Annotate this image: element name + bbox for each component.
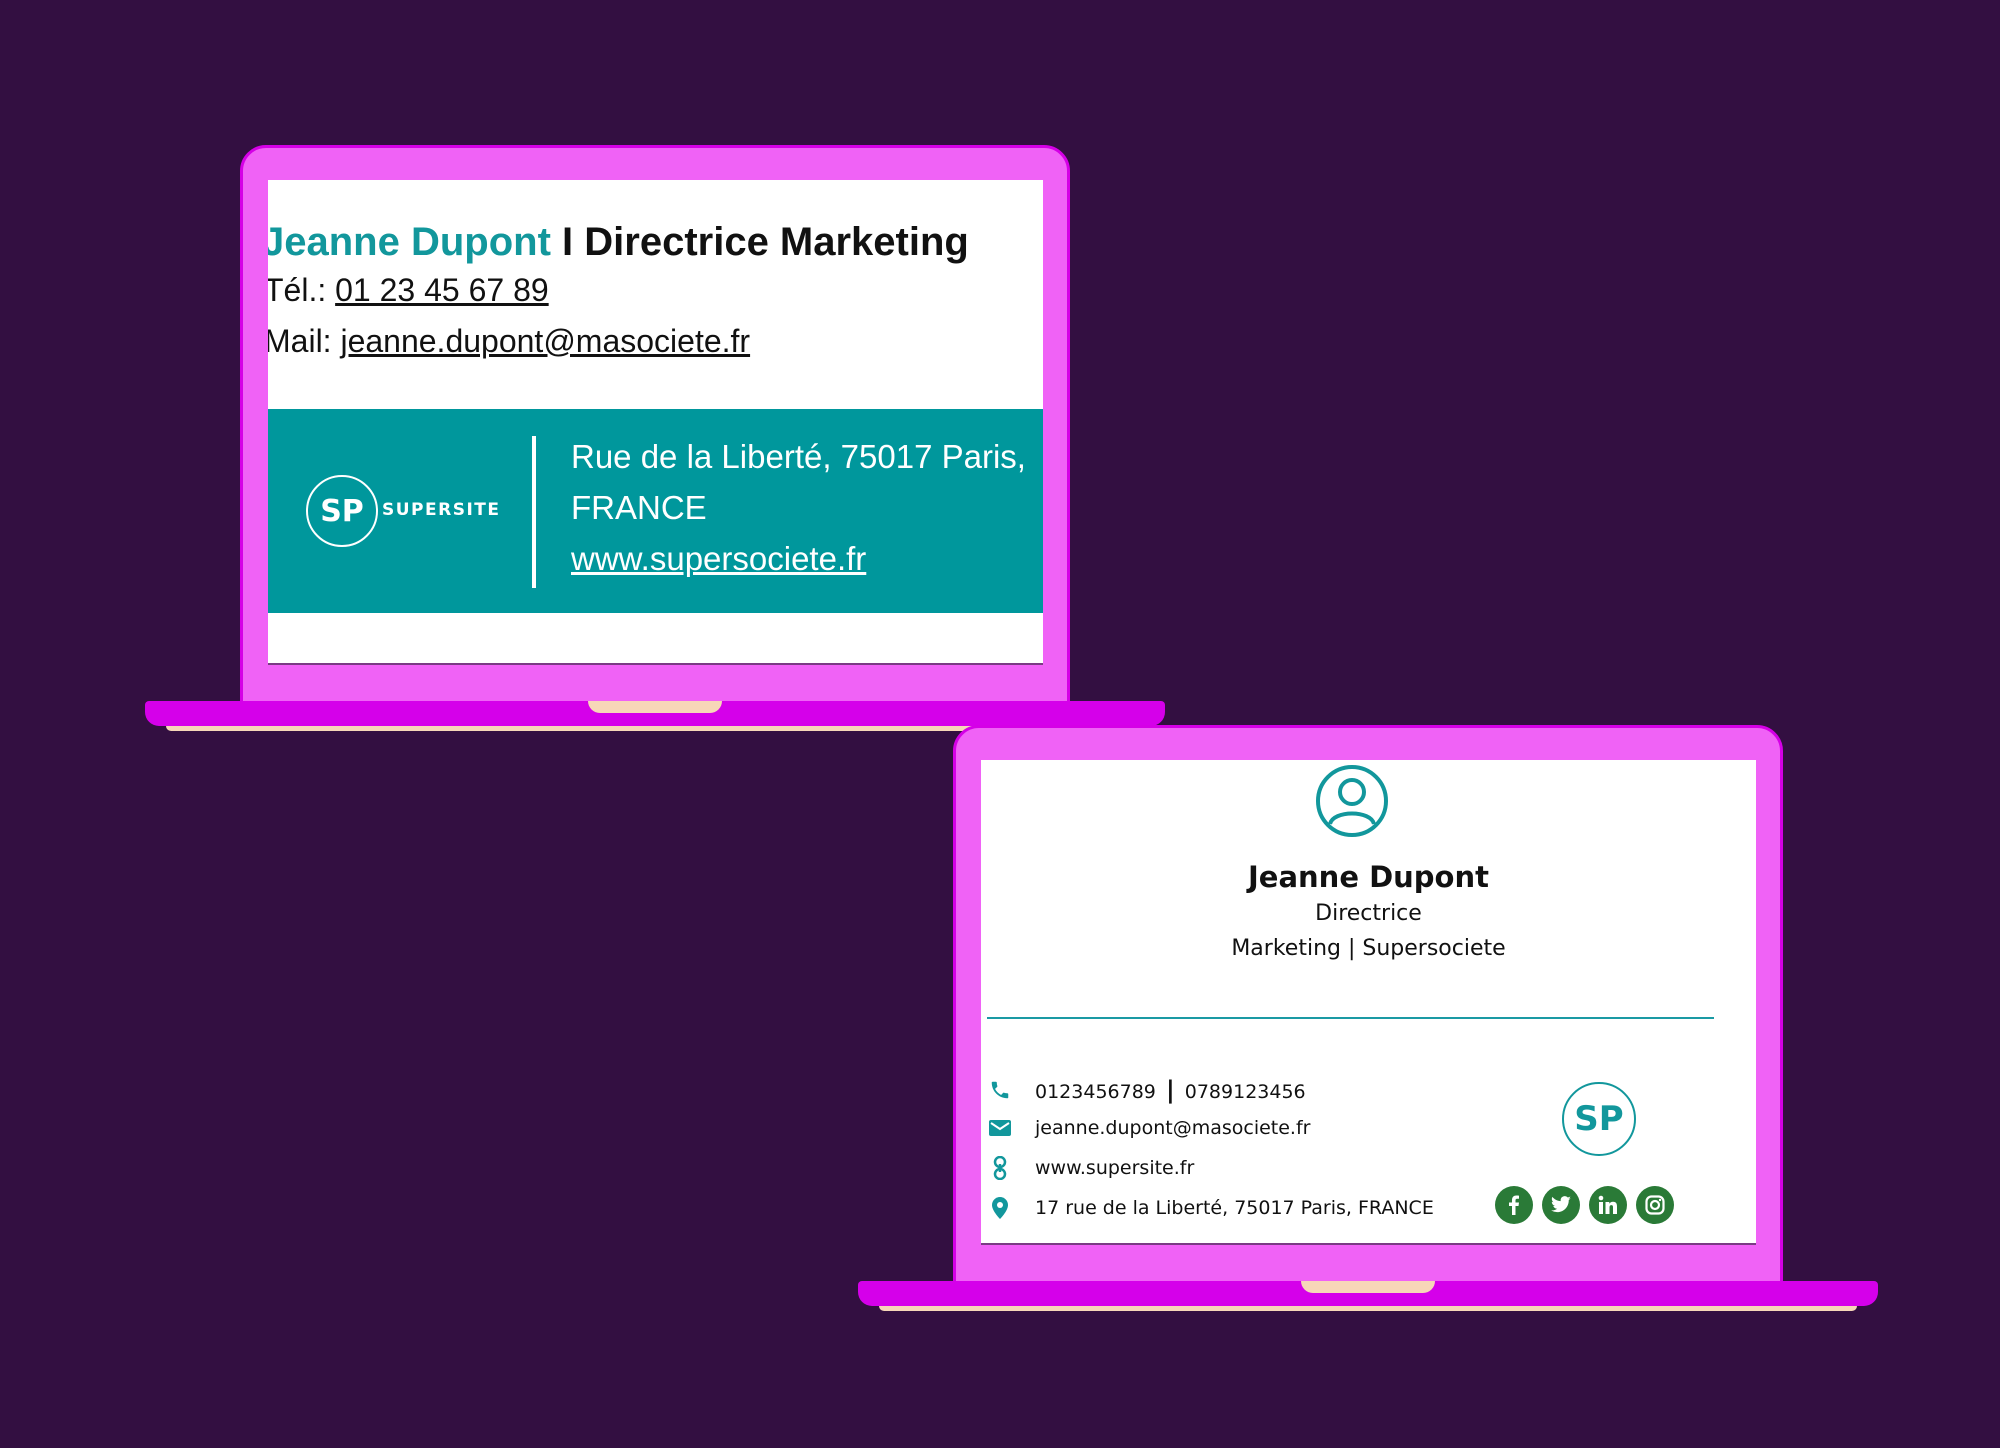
sp-logo-initials: SP (320, 493, 364, 529)
phone-label: Tél.: (268, 272, 336, 308)
phone-1[interactable]: 0123456789 (1035, 1081, 1156, 1103)
phone-icon (985, 1075, 1015, 1105)
email-row: jeanne.dupont@masociete.fr (981, 1113, 1310, 1143)
phone-link[interactable]: 01 23 45 67 89 (335, 272, 549, 308)
address-text: 17 rue de la Liberté, 75017 Paris, FRANC… (1035, 1197, 1434, 1219)
signature-1-phone-line: Tél.: 01 23 45 67 89 (268, 272, 549, 309)
signature-2-screen: Jeanne Dupont Directrice Marketing | Sup… (981, 760, 1756, 1245)
address-line-2: FRANCE (571, 489, 707, 526)
mail-icon (985, 1113, 1015, 1143)
phone-separator: | (1165, 1076, 1175, 1104)
instagram-icon[interactable] (1636, 1186, 1674, 1224)
website-row: www.supersite.fr (981, 1153, 1194, 1183)
phone-2[interactable]: 0789123456 (1185, 1081, 1306, 1103)
signature-2-title-line-1: Directrice (1315, 901, 1422, 926)
signature-2-name: Jeanne Dupont (1248, 860, 1489, 894)
website-link[interactable]: www.supersociete.fr (571, 540, 866, 578)
laptop-2-base-edge (879, 1306, 1857, 1311)
location-pin-icon (985, 1193, 1015, 1223)
email-link[interactable]: jeanne.dupont@masociete.fr (340, 323, 750, 359)
mail-label: Mail: (268, 323, 341, 359)
horizontal-divider (987, 1017, 1714, 1019)
signature-1-name: Jeanne Dupont (268, 220, 551, 264)
laptop-2-notch (1301, 1281, 1435, 1293)
address-row: 17 rue de la Liberté, 75017 Paris, FRANC… (981, 1193, 1434, 1223)
sp-logo-2-initials: SP (1574, 1099, 1624, 1139)
address-line-1: Rue de la Liberté, 75017 Paris, (571, 438, 1026, 475)
signature-1-mail-line: Mail: jeanne.dupont@masociete.fr (268, 323, 750, 360)
facebook-icon[interactable] (1495, 1186, 1533, 1224)
phone-numbers: 0123456789 | 0789123456 (1035, 1076, 1306, 1104)
vertical-divider (532, 436, 536, 588)
signature-2-title-line-2: Marketing | Supersociete (1231, 936, 1506, 961)
signature-1-screen: Jeanne Dupont I Directrice Marketing Tél… (268, 180, 1043, 665)
website-text[interactable]: www.supersite.fr (1035, 1157, 1194, 1179)
signature-1-heading: Jeanne Dupont I Directrice Marketing (268, 220, 969, 265)
supersite-brand: SUPERSITE (382, 500, 501, 520)
sp-logo: SP (306, 475, 378, 547)
email-text[interactable]: jeanne.dupont@masociete.fr (1035, 1117, 1310, 1139)
twitter-icon[interactable] (1542, 1186, 1580, 1224)
signature-1-title: I Directrice Marketing (562, 220, 969, 264)
sp-logo-2: SP (1562, 1082, 1636, 1156)
link-icon (985, 1153, 1015, 1183)
laptop-1-notch (588, 701, 722, 713)
signature-1-company-band: SP SUPERSITE Rue de la Liberté, 75017 Pa… (268, 409, 1043, 613)
linkedin-icon[interactable] (1589, 1186, 1627, 1224)
user-circle-icon (1315, 764, 1389, 843)
phone-row: 0123456789 | 0789123456 (981, 1075, 1306, 1105)
